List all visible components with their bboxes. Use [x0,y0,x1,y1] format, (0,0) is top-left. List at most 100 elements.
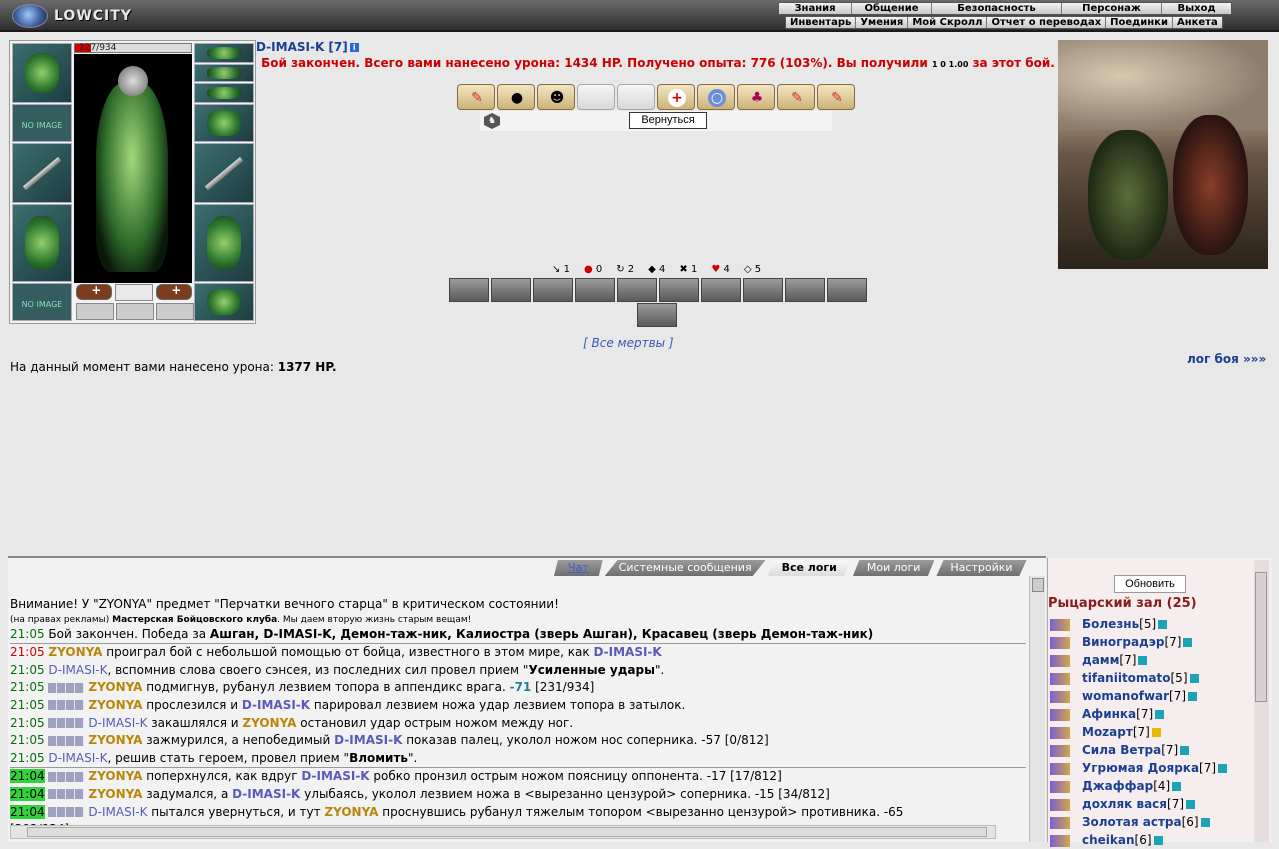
bow-icon[interactable] [115,284,153,301]
log-fighter[interactable]: ZYONYA [88,698,142,712]
user-list-item[interactable]: Болезнь[5] [1050,615,1260,633]
menu-character[interactable]: Персонаж [1061,3,1161,14]
gloves-slot[interactable] [194,104,254,142]
rune-slot-1[interactable] [76,303,114,320]
log-fighter[interactable]: ZYONYA [88,787,142,801]
boots-slot[interactable] [194,283,254,321]
user-list-item[interactable]: дамм[7] [1050,651,1260,669]
scroll-slot-3[interactable]: ☻ [537,84,575,110]
scroll-slot-9[interactable]: ✎ [777,84,815,110]
refresh-button[interactable]: Обновить [1114,575,1186,593]
log-fighter[interactable]: ZYONYA [88,733,142,747]
log-fighter[interactable]: ZYONYA [88,680,142,694]
tab-all-logs[interactable]: Все логи [767,560,851,576]
info-icon[interactable] [1200,818,1210,827]
back-button[interactable]: Вернуться [629,112,707,129]
info-icon[interactable] [1180,746,1190,755]
amulet-slot[interactable] [194,64,254,82]
submenu-transfers[interactable]: Отчет о переводах [986,17,1105,28]
info-icon[interactable] [1158,620,1168,629]
character-portrait[interactable] [74,54,192,283]
user-name[interactable]: Моzарт [1082,725,1133,739]
skill-9[interactable] [785,278,825,302]
log-fighter[interactable]: ZYONYA [88,769,142,783]
info-icon[interactable] [1172,782,1182,791]
menu-knowledge[interactable]: Знания [779,3,851,14]
skill-8[interactable] [743,278,783,302]
user-name[interactable]: tifaniitomato [1082,671,1171,685]
user-list-item[interactable]: tifaniitomato[5] [1050,669,1260,687]
tab-my-logs[interactable]: Мои логи [852,560,935,576]
user-list-item[interactable]: Джаффар[4] [1050,777,1260,795]
user-list-item[interactable]: дохляк вася[7] [1050,795,1260,813]
logo[interactable]: LOWCITY [8,3,131,29]
submenu-my-scroll[interactable]: Мой Скролл [907,17,986,28]
user-name[interactable]: Болезнь [1082,617,1139,631]
user-name[interactable]: Виноградэр [1082,635,1164,649]
submenu-inventory[interactable]: Инвентарь [786,17,855,28]
menu-exit[interactable]: Выход [1161,3,1231,14]
rune-slot-3[interactable] [156,303,194,320]
scroll-slot-4[interactable] [577,84,615,110]
log-fighter[interactable]: D-IMASI-K [88,716,147,730]
heal-potion-2[interactable] [156,283,192,300]
skill-5[interactable] [617,278,657,302]
log-fighter[interactable]: ZYONYA [48,645,102,659]
rune-slot-2[interactable] [116,303,154,320]
scroll-slot-5[interactable] [617,84,655,110]
scroll-slot-8[interactable]: ♣ [737,84,775,110]
ad-name[interactable]: Мастерская Бойцовского клуба [112,615,277,625]
all-dead-label[interactable]: [ Все мертвы ] [583,336,674,350]
skill-6[interactable] [659,278,699,302]
user-list-item[interactable]: Виноградэр[7] [1050,633,1260,651]
legs-slot[interactable] [194,204,254,282]
skill-11[interactable] [637,303,677,327]
heal-potion-1[interactable] [76,283,112,300]
skill-10[interactable] [827,278,867,302]
user-list-scroll-thumb[interactable] [1255,572,1267,702]
skill-1[interactable] [449,278,489,302]
submenu-duels[interactable]: Поединки [1105,17,1172,28]
user-list-item[interactable]: womanofwar[7] [1050,687,1260,705]
log-fighter[interactable]: D-IMASI-K [88,805,147,819]
info-icon[interactable] [1155,710,1165,719]
battle-log-link[interactable]: лог боя »»» [1187,352,1266,366]
log-scrollbar[interactable] [1029,576,1045,842]
earring-slot[interactable] [194,43,254,63]
scroll-slot-10[interactable]: ✎ [817,84,855,110]
user-name[interactable]: womanofwar [1082,689,1169,703]
user-name[interactable]: cheikan [1082,833,1135,847]
user-name[interactable]: дамм [1082,653,1119,667]
skill-7[interactable] [701,278,741,302]
menu-communication[interactable]: Общение [851,3,931,14]
info-icon[interactable] [1151,728,1161,737]
info-icon[interactable]: i [349,43,359,52]
scroll-slot-6[interactable]: + [657,84,695,110]
user-name[interactable]: дохляк вася [1082,797,1167,811]
user-name[interactable]: Джаффар [1082,779,1153,793]
log-hscroll-thumb[interactable] [27,827,987,837]
empty-slot-2[interactable]: NO IMAGE [12,283,72,321]
tab-system[interactable]: Системные сообщения [604,560,766,576]
user-list-item[interactable]: Золотая астра[6] [1050,813,1260,831]
info-icon[interactable] [1188,692,1198,701]
scroll-slot-7[interactable]: ○ [697,84,735,110]
log-scroll-thumb[interactable] [1032,578,1044,592]
user-name[interactable]: Угрюмая Доярка [1082,761,1199,775]
info-icon[interactable] [1153,836,1163,845]
rings-slot[interactable] [194,83,254,103]
user-name[interactable]: Золотая астра [1082,815,1182,829]
user-list-item[interactable]: Угрюмая Доярка[7] [1050,759,1260,777]
user-list-item[interactable]: cheikan[6] [1050,831,1260,849]
user-list-item[interactable]: Моzарт[7] [1050,723,1260,741]
user-list-scrollbar[interactable] [1254,560,1269,842]
submenu-skills[interactable]: Умения [855,17,907,28]
info-icon[interactable] [1186,800,1196,809]
menu-security[interactable]: Безопасность [931,3,1061,14]
info-icon[interactable] [1138,656,1148,665]
log-fighter[interactable]: D-IMASI-K [48,663,107,677]
info-icon[interactable] [1183,638,1193,647]
scroll-slot-1[interactable]: ✎ [457,84,495,110]
user-name[interactable]: Афинка [1082,707,1136,721]
scroll-slot-2[interactable]: ● [497,84,535,110]
